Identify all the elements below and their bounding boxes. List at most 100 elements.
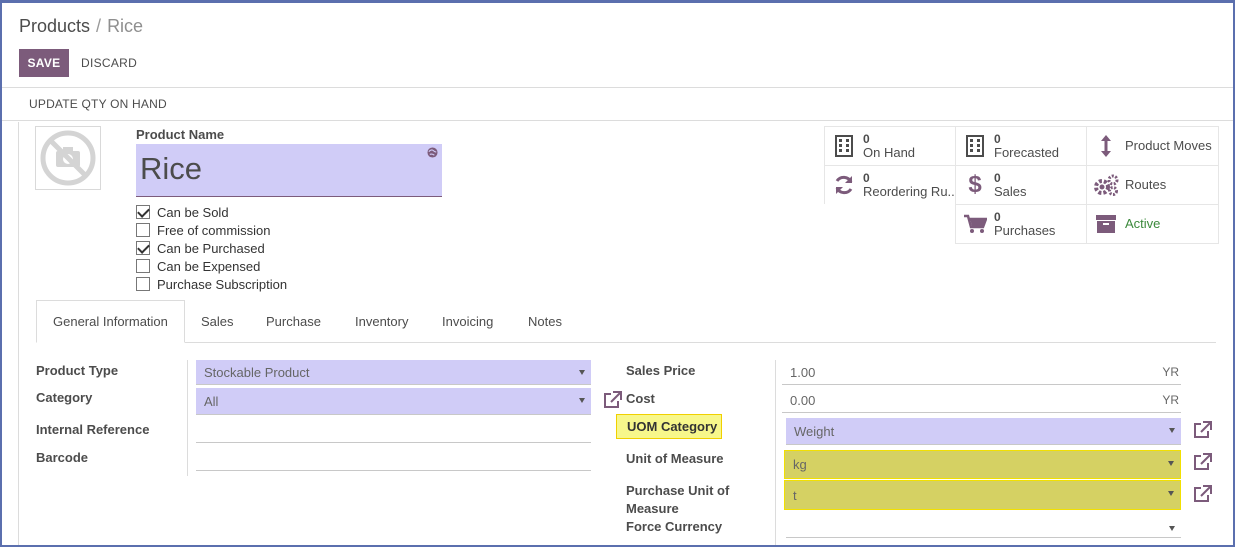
can-be-expensed-checkbox[interactable] [136, 259, 150, 273]
on-hand-button[interactable]: 0 On Hand [824, 126, 956, 166]
tab-general-information[interactable]: General Information [36, 300, 185, 343]
product-type-select[interactable]: Stockable Product [196, 360, 591, 385]
chevron-down-icon [1168, 491, 1174, 496]
tab-sales[interactable]: Sales [201, 300, 234, 343]
product-flags: Can be Sold Free of commission Can be Pu… [136, 203, 287, 293]
building-icon [962, 135, 988, 157]
barcode-input[interactable] [196, 446, 591, 471]
purchase-uom-label-line2: Measure [626, 501, 679, 516]
product-image[interactable] [35, 126, 101, 190]
form-sheet: Product Name Rice Can be Sold Free of co… [18, 122, 1232, 547]
external-link-icon[interactable] [1192, 485, 1212, 503]
can-be-expensed-checkbox-row[interactable]: Can be Expensed [136, 257, 287, 275]
breadcrumb-separator: / [96, 16, 102, 36]
category-value: All [204, 393, 219, 409]
arrows-v-icon [1093, 134, 1119, 158]
sales-label: Sales [994, 184, 1027, 199]
on-hand-label: On Hand [863, 145, 916, 160]
product-name-input[interactable]: Rice [136, 144, 442, 197]
tab-invoicing[interactable]: Invoicing [442, 300, 493, 343]
free-of-commission-checkbox[interactable] [136, 223, 150, 237]
unit-of-measure-label: Unit of Measure [626, 451, 724, 466]
purchases-count: 0 [994, 210, 1001, 224]
checkbox-label: Can be Purchased [157, 240, 265, 256]
breadcrumb-products-link[interactable]: Products [19, 16, 90, 36]
breadcrumb-current: Rice [107, 16, 144, 36]
archive-icon [1093, 214, 1119, 234]
currency-label: YR [1162, 393, 1179, 407]
product-moves-label: Product Moves [1125, 139, 1212, 153]
on-hand-count: 0 [863, 132, 870, 146]
product-type-value: Stockable Product [204, 364, 310, 380]
status-bar: UPDATE QTY ON HAND [2, 88, 1233, 121]
routes-button[interactable]: Routes [1086, 165, 1219, 205]
cost-label: Cost [626, 391, 655, 406]
purchases-label: Purchases [994, 223, 1056, 238]
external-link-icon[interactable] [602, 391, 622, 409]
active-label: Active [1125, 217, 1161, 231]
category-label: Category [36, 390, 93, 405]
tab-notes[interactable]: Notes [528, 300, 562, 343]
category-select[interactable]: All [196, 388, 591, 415]
can-be-sold-checkbox[interactable] [136, 205, 150, 219]
chevron-down-icon [1168, 461, 1174, 466]
purchase-uom-select[interactable]: t [784, 480, 1181, 510]
uom-category-select[interactable]: Weight [786, 418, 1181, 445]
unit-of-measure-value: kg [793, 457, 807, 472]
product-moves-button[interactable]: Product Moves [1086, 126, 1219, 166]
internal-reference-label: Internal Reference [36, 422, 150, 437]
internal-reference-input[interactable] [196, 418, 591, 443]
cost-input[interactable]: 0.00 YR [782, 388, 1181, 413]
sales-button[interactable]: $ 0 Sales [955, 165, 1087, 205]
sales-price-input[interactable]: 1.00 YR [782, 360, 1181, 385]
forecasted-button[interactable]: 0 Forecasted [955, 126, 1087, 166]
product-type-label: Product Type [36, 363, 119, 378]
checkbox-label: Purchase Subscription [157, 276, 288, 292]
reordering-rules-button[interactable]: 0 Reordering Ru... [824, 165, 956, 205]
uom-category-value: Weight [794, 423, 835, 439]
smart-buttons: 0 On Hand 0 Forecasted Product Moves 0 Reor… [824, 126, 1219, 244]
forecasted-label: Forecasted [994, 145, 1060, 160]
can-be-purchased-checkbox[interactable] [136, 241, 150, 255]
external-link-icon[interactable] [1192, 453, 1212, 471]
sales-price-value: 1.00 [790, 364, 816, 380]
unit-of-measure-select[interactable]: kg [784, 450, 1181, 479]
save-button[interactable]: SAVE [19, 49, 69, 77]
reordering-count: 0 [863, 171, 870, 185]
product-name-value: Rice [140, 151, 203, 186]
sales-count: 0 [994, 171, 1001, 185]
breadcrumb: Products / Rice [19, 16, 143, 37]
refresh-icon [831, 174, 857, 196]
routes-label: Routes [1125, 178, 1167, 192]
product-name-label: Product Name [136, 127, 225, 142]
field-separator [187, 360, 188, 476]
can-be-purchased-checkbox-row[interactable]: Can be Purchased [136, 239, 287, 257]
barcode-label: Barcode [36, 450, 89, 465]
purchases-button[interactable]: 0 Purchases [955, 204, 1087, 244]
purchase-subscription-checkbox-row[interactable]: Purchase Subscription [136, 275, 287, 293]
update-qty-on-hand-button[interactable]: UPDATE QTY ON HAND [29, 97, 167, 111]
tab-purchase[interactable]: Purchase [266, 300, 321, 343]
dollar-icon: $ [968, 171, 982, 198]
purchase-subscription-checkbox[interactable] [136, 277, 150, 291]
globe-icon[interactable] [427, 147, 438, 158]
free-of-commission-checkbox-row[interactable]: Free of commission [136, 221, 287, 239]
force-currency-select[interactable] [786, 516, 1181, 538]
checkbox-label: Can be Expensed [157, 258, 261, 274]
active-toggle-button[interactable]: Active [1086, 204, 1219, 244]
can-be-sold-checkbox-row[interactable]: Can be Sold [136, 203, 287, 221]
cogs-icon [1093, 174, 1119, 196]
tab-inventory[interactable]: Inventory [355, 300, 408, 343]
field-separator [775, 360, 776, 547]
purchase-uom-label-line1: Purchase Unit of [626, 483, 730, 498]
uom-category-label: UOM Category [616, 414, 722, 439]
chevron-down-icon [579, 398, 585, 403]
cost-value: 0.00 [790, 392, 816, 408]
forecasted-count: 0 [994, 132, 1001, 146]
force-currency-label: Force Currency [626, 519, 723, 534]
cart-icon [962, 214, 988, 234]
purchase-uom-value: t [793, 487, 797, 503]
checkbox-label: Free of commission [157, 222, 271, 238]
discard-button[interactable]: DISCARD [81, 49, 137, 77]
external-link-icon[interactable] [1192, 421, 1212, 439]
